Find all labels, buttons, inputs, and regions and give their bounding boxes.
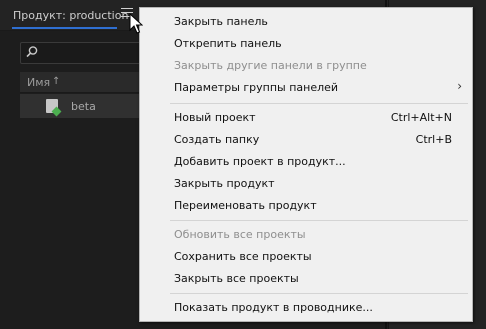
menu-item-close-production[interactable]: Закрыть продукт [140, 173, 472, 195]
menu-item-label: Новый проект [174, 111, 256, 124]
mouse-pointer-icon [129, 13, 143, 34]
column-header-name[interactable]: Имя [27, 76, 50, 89]
menu-item-label: Закрыть другие панели в группе [174, 59, 367, 72]
submenu-arrow-icon: › [457, 79, 462, 93]
list-item-label: beta [71, 100, 96, 113]
panel-context-menu: Закрыть панель Открепить панель Закрыть … [139, 7, 473, 322]
project-file-icon [46, 99, 58, 113]
menu-item-label: Открепить панель [174, 37, 282, 50]
menu-item-shortcut: Ctrl+B [415, 133, 452, 146]
menu-item-shortcut: Ctrl+Alt+N [390, 111, 452, 124]
menu-item-close-panel[interactable]: Закрыть панель [140, 11, 472, 33]
search-icon [26, 46, 38, 58]
menu-item-add-project-to-production[interactable]: Добавить проект в продукт... [140, 151, 472, 173]
menu-item-new-folder[interactable]: Создать папку Ctrl+B [140, 129, 472, 151]
menu-item-label: Сохранить все проекты [174, 250, 312, 263]
menu-item-save-all-projects[interactable]: Сохранить все проекты [140, 246, 472, 268]
menu-separator [170, 293, 468, 294]
menu-item-refresh-all-projects: Обновить все проекты [140, 224, 472, 246]
menu-item-label: Закрыть все проекты [174, 272, 299, 285]
menu-item-label: Добавить проект в продукт... [174, 155, 346, 168]
menu-item-label: Параметры группы панелей [174, 81, 339, 94]
menu-item-panel-group-settings[interactable]: Параметры группы панелей › [140, 77, 472, 99]
menu-item-label: Переименовать продукт [174, 199, 317, 212]
menu-item-close-other-panels: Закрыть другие панели в группе [140, 55, 472, 77]
sort-ascending-icon: ↑ [52, 76, 61, 87]
panel-title-active-indicator [12, 27, 117, 29]
menu-item-label: Показать продукт в проводнике... [174, 301, 373, 314]
menu-separator [170, 220, 468, 221]
menu-separator [170, 103, 468, 104]
menu-item-label: Закрыть продукт [174, 177, 275, 190]
menu-item-label: Создать папку [174, 133, 260, 146]
menu-item-label: Обновить все проекты [174, 228, 306, 241]
menu-item-rename-production[interactable]: Переименовать продукт [140, 195, 472, 217]
menu-item-label: Закрыть панель [174, 15, 268, 28]
panel-title[interactable]: Продукт: production [13, 9, 128, 22]
menu-item-new-project[interactable]: Новый проект Ctrl+Alt+N [140, 107, 472, 129]
menu-item-undock-panel[interactable]: Открепить панель [140, 33, 472, 55]
menu-item-reveal-in-explorer[interactable]: Показать продукт в проводнике... [140, 297, 472, 319]
menu-item-close-all-projects[interactable]: Закрыть все проекты [140, 268, 472, 290]
